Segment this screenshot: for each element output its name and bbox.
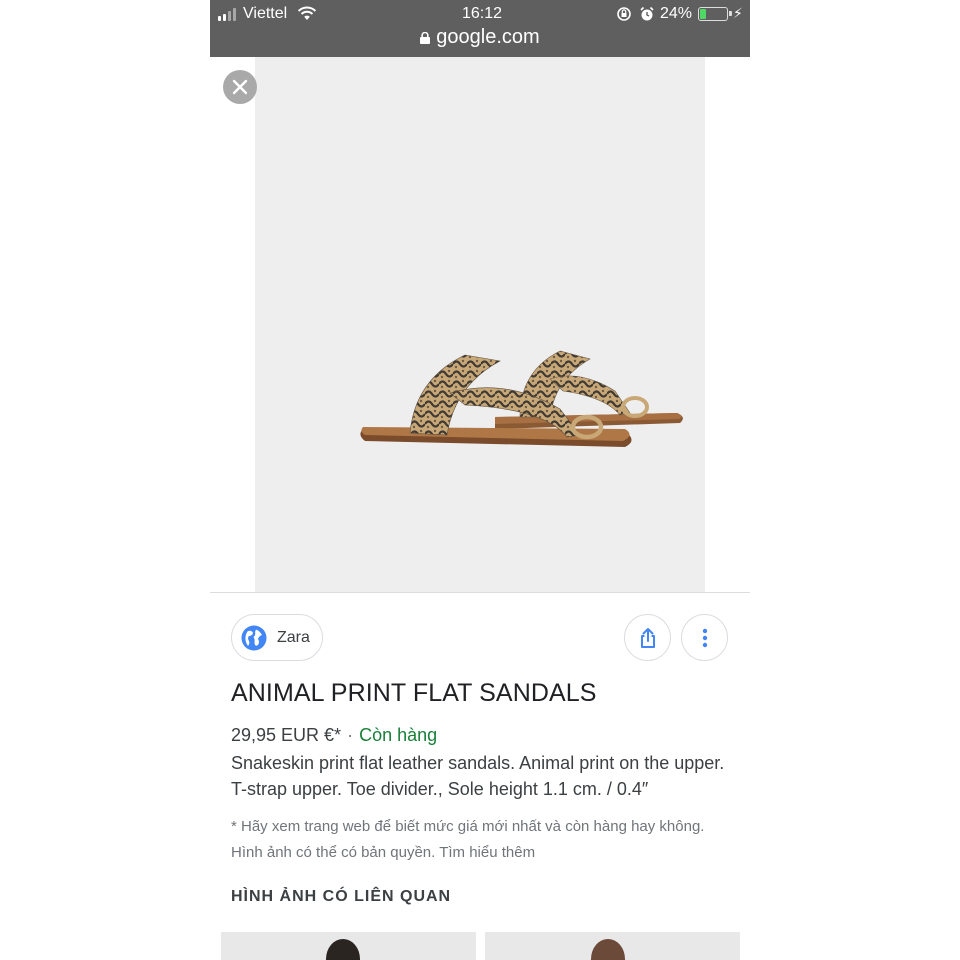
battery-icon xyxy=(698,7,732,21)
product-title[interactable]: ANIMAL PRINT FLAT SANDALS xyxy=(231,679,597,708)
phone-screen: Viettel 16:12 24% ⚡ google.com Zara ANIM… xyxy=(210,0,750,960)
battery-fill xyxy=(700,9,706,19)
browser-top-bar: Viettel 16:12 24% ⚡ google.com xyxy=(210,0,750,57)
alarm-icon xyxy=(639,6,655,22)
more-vertical-icon xyxy=(702,628,708,648)
source-name: Zara xyxy=(277,629,310,646)
url-bar[interactable]: google.com xyxy=(210,26,750,54)
padlock-icon xyxy=(420,27,431,44)
status-bar: Viettel 16:12 24% ⚡ xyxy=(210,0,750,28)
related-image[interactable] xyxy=(221,932,476,960)
globe-icon xyxy=(241,625,267,651)
related-images-heading: HÌNH ẢNH CÓ LIÊN QUAN xyxy=(231,888,452,905)
image-preview xyxy=(210,57,750,593)
rotation-lock-icon xyxy=(616,6,632,22)
divider xyxy=(210,592,750,593)
close-button[interactable] xyxy=(223,70,257,104)
carrier-name: Viettel xyxy=(243,5,288,22)
related-thumbnail xyxy=(591,939,625,960)
wifi-icon xyxy=(297,5,317,21)
availability-status: Còn hàng xyxy=(359,725,438,745)
product-image[interactable] xyxy=(255,57,705,593)
related-thumbnail xyxy=(326,939,360,960)
more-options-button[interactable] xyxy=(681,614,728,661)
price-row: 29,95 EUR €* · Còn hàng xyxy=(231,725,437,746)
share-button[interactable] xyxy=(624,614,671,661)
disclaimer-note: * Hãy xem trang web để biết mức giá mới … xyxy=(231,818,705,861)
url-domain: google.com xyxy=(436,26,540,48)
battery-percent: 24% xyxy=(660,5,693,22)
sandals-image xyxy=(360,350,683,447)
charging-icon: ⚡ xyxy=(733,5,743,21)
product-price: 29,95 EUR €* xyxy=(231,725,342,745)
source-chip[interactable]: Zara xyxy=(231,614,323,661)
status-time: 16:12 xyxy=(461,5,503,22)
product-description: Snakeskin print flat leather sandals. An… xyxy=(231,753,725,799)
close-icon xyxy=(232,79,248,95)
signal-icon xyxy=(218,8,240,21)
share-icon xyxy=(641,628,655,648)
related-image[interactable] xyxy=(485,932,740,960)
price-separator: · xyxy=(347,725,354,745)
